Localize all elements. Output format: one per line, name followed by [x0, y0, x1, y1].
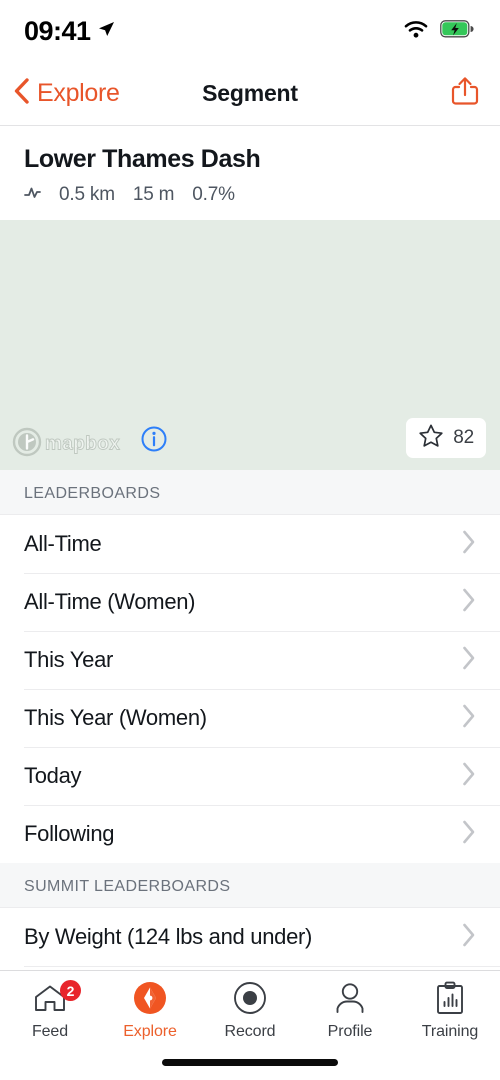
list-item-label: This Year (Women) — [24, 705, 207, 730]
status-bar-right — [403, 19, 474, 44]
clipboard-chart-icon — [434, 981, 466, 1020]
share-icon — [450, 75, 480, 112]
map-info-button[interactable] — [140, 425, 168, 458]
tab-profile[interactable]: Profile — [300, 982, 400, 1041]
chevron-right-icon — [460, 920, 478, 955]
mapbox-logo-icon[interactable]: mapbox — [12, 427, 130, 457]
chevron-left-icon — [10, 76, 34, 111]
map-attribution: mapbox — [12, 425, 168, 458]
chevron-right-icon — [460, 643, 478, 678]
tab-profile-icon-wrap — [333, 982, 367, 1019]
person-icon — [333, 982, 367, 1019]
star-outline-icon — [418, 423, 444, 454]
tab-training[interactable]: Training — [400, 981, 500, 1041]
list-item-label: This Year — [24, 647, 114, 672]
status-time: 09:41 — [24, 15, 91, 46]
leaderboards-list: LEADERBOARDS All-Time All-Time (Women) This… — [0, 470, 500, 967]
chevron-right-icon — [460, 817, 478, 852]
section-rows: All-Time All-Time (Women) This Year This Ye… — [0, 515, 500, 863]
star-count-badge[interactable]: 82 — [406, 418, 486, 458]
app-screen: 09:41 Explore Segment Lower Thames Dash … — [0, 0, 500, 1080]
compass-icon — [133, 981, 167, 1020]
tab-profile-label: Profile — [327, 1023, 373, 1040]
tab-feed[interactable]: 2 Feed — [0, 980, 100, 1041]
segment-header: Lower Thames Dash 0.5 km 15 m 0.7% — [0, 126, 500, 220]
svg-text:mapbox: mapbox — [45, 433, 120, 454]
back-button-label: Explore — [37, 79, 120, 107]
list-item[interactable]: This Year (Women) — [0, 689, 500, 747]
home-indicator — [162, 1059, 338, 1066]
segment-name: Lower Thames Dash — [24, 145, 261, 173]
list-item[interactable]: Today — [0, 747, 500, 805]
feed-badge: 2 — [60, 980, 81, 1001]
list-item-label: Today — [24, 763, 82, 788]
segment-grade: 0.7% — [192, 184, 235, 205]
tab-record[interactable]: Record — [200, 981, 300, 1041]
list-item-label: All-Time — [24, 531, 102, 556]
list-item[interactable]: All-Time (Women) — [0, 573, 500, 631]
list-divider — [24, 966, 500, 967]
list-item-label: By Weight (124 lbs and under) — [24, 924, 313, 949]
chevron-right-icon — [460, 759, 478, 794]
list-item-label: All-Time (Women) — [24, 589, 196, 614]
status-bar: 09:41 — [0, 0, 500, 62]
tab-explore[interactable]: Explore — [100, 981, 200, 1041]
location-arrow-icon — [96, 19, 116, 44]
tab-explore-label: Explore — [123, 1023, 177, 1040]
chevron-right-icon — [460, 701, 478, 736]
segment-map[interactable]: mapbox 82 — [0, 220, 500, 470]
tab-training-icon-wrap — [434, 981, 466, 1020]
segment-stats: 0.5 km 15 m 0.7% — [24, 184, 476, 206]
list-item[interactable]: All-Time — [0, 515, 500, 573]
tab-record-icon-wrap — [233, 981, 267, 1020]
tab-training-label: Training — [421, 1023, 479, 1040]
list-item-label: Following — [24, 821, 115, 846]
battery-charging-icon — [440, 19, 474, 43]
section-rows: By Weight (124 lbs and under) — [0, 908, 500, 966]
list-item[interactable]: This Year — [0, 631, 500, 689]
chevron-right-icon — [460, 585, 478, 620]
navigation-bar: Explore Segment — [0, 62, 500, 126]
segment-elevation: 15 m — [132, 184, 175, 205]
status-bar-left: 09:41 — [24, 16, 116, 47]
share-button[interactable] — [450, 75, 480, 112]
info-circle-icon — [140, 425, 168, 458]
tab-feed-icon-wrap: 2 — [32, 980, 81, 1017]
tab-feed-label: Feed — [31, 1023, 69, 1040]
segment-distance: 0.5 km — [59, 184, 115, 205]
list-item[interactable]: Following — [0, 805, 500, 863]
elevation-profile-icon — [24, 185, 46, 206]
section-header: LEADERBOARDS — [0, 470, 500, 515]
list-item[interactable]: By Weight (124 lbs and under) — [0, 908, 500, 966]
back-button[interactable]: Explore — [10, 76, 120, 111]
record-circle-icon — [233, 981, 267, 1020]
star-count-value: 82 — [453, 427, 474, 448]
section-header: SUMMIT LEADERBOARDS — [0, 863, 500, 908]
wifi-icon — [403, 19, 429, 44]
chevron-right-icon — [460, 527, 478, 562]
tab-record-label: Record — [224, 1023, 276, 1040]
tab-explore-icon-wrap — [133, 981, 167, 1020]
